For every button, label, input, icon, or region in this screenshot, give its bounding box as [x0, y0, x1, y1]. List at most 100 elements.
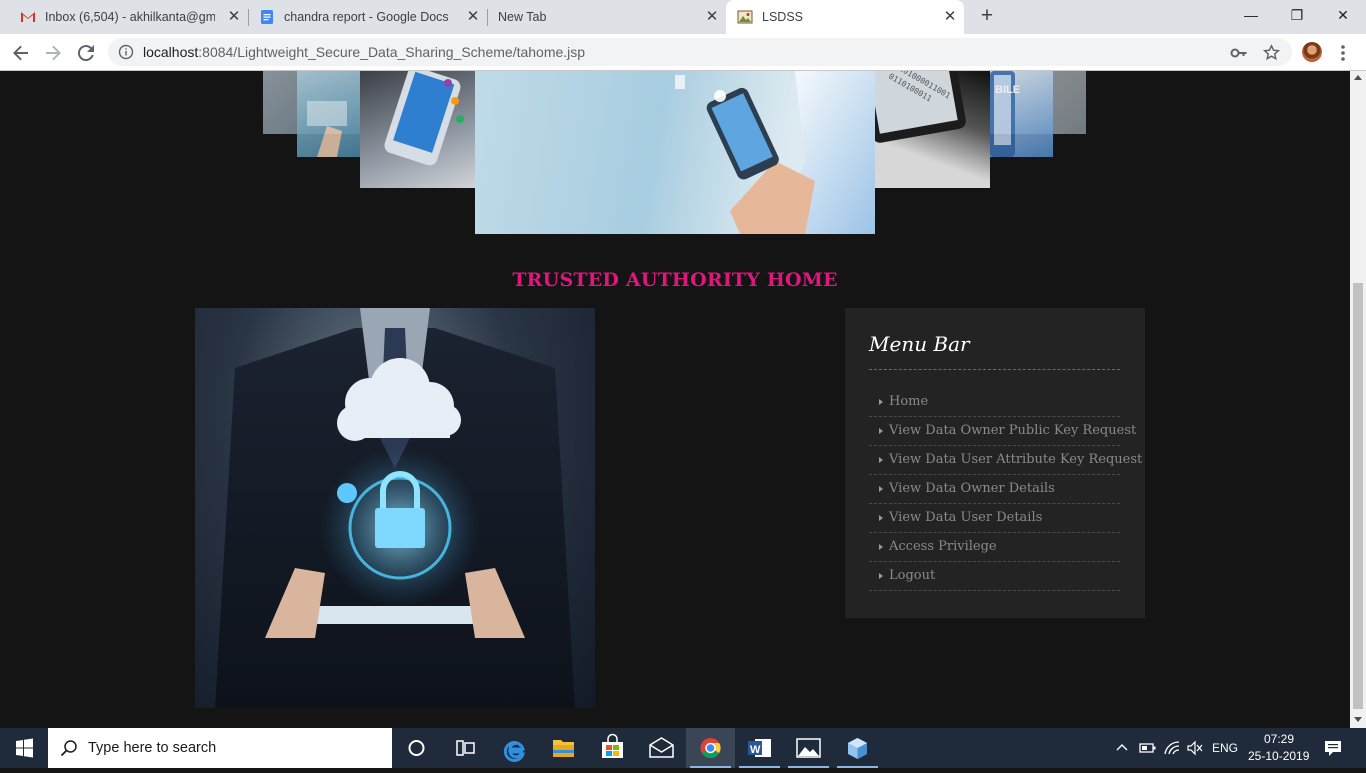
- menu-dots-icon[interactable]: [1337, 42, 1349, 64]
- wifi-icon[interactable]: [1163, 740, 1181, 756]
- menu-item-label: View Data User Attribute Key Request: [889, 452, 1143, 467]
- word-taskbar-button[interactable]: W: [735, 728, 784, 768]
- clock-date[interactable]: 25-10-2019: [1248, 749, 1309, 763]
- svg-text:BILE: BILE: [995, 84, 1020, 96]
- menu-divider: [869, 369, 1120, 370]
- tab-lsdss[interactable]: LSDSS ✕: [726, 0, 964, 34]
- bullet-arrow-icon: [879, 486, 883, 492]
- chrome-taskbar-button[interactable]: [686, 728, 735, 768]
- store-icon[interactable]: [588, 728, 637, 768]
- edge-icon[interactable]: [490, 728, 539, 768]
- cortana-icon[interactable]: [392, 728, 441, 768]
- menu-item-home[interactable]: Home: [869, 388, 1120, 417]
- box-app-taskbar-button[interactable]: [833, 728, 882, 768]
- menu-list: Home View Data Owner Public Key Request …: [869, 388, 1142, 591]
- scroll-up-arrow-icon[interactable]: [1354, 75, 1362, 80]
- cloud-security-image: [195, 308, 595, 708]
- bullet-arrow-icon: [879, 399, 883, 405]
- input-language[interactable]: ENG: [1212, 741, 1238, 755]
- menu-item-owner-details[interactable]: View Data Owner Details: [869, 475, 1120, 504]
- menu-item-label: View Data User Details: [889, 510, 1043, 525]
- page-image-icon: [737, 10, 753, 24]
- taskbar-search-box[interactable]: Type here to search: [48, 728, 392, 768]
- close-tab-icon[interactable]: ✕: [704, 9, 720, 25]
- search-placeholder: Type here to search: [88, 740, 217, 756]
- menu-item-logout[interactable]: Logout: [869, 562, 1120, 591]
- page-title: TRUSTED AUTHORITY HOME: [512, 269, 838, 291]
- minimize-button[interactable]: —: [1228, 0, 1274, 30]
- google-docs-icon: [261, 10, 273, 24]
- menu-bar-panel: Menu Bar Home View Data Owner Public Key…: [845, 308, 1145, 618]
- menu-item-label: View Data Owner Details: [889, 481, 1055, 496]
- menu-heading: Menu Bar: [869, 332, 970, 356]
- url-host: localhost: [143, 44, 199, 60]
- notifications-icon[interactable]: [1323, 739, 1343, 757]
- menu-item-user-details[interactable]: View Data User Details: [869, 504, 1120, 533]
- reload-icon[interactable]: [74, 41, 98, 65]
- tab-title: chandra report - Google Docs: [284, 10, 449, 24]
- profile-avatar[interactable]: [1302, 42, 1322, 62]
- gmail-icon: [21, 12, 35, 22]
- box-app-icon: [848, 738, 867, 759]
- word-icon: W: [748, 739, 771, 757]
- close-window-button[interactable]: ✕: [1320, 0, 1366, 30]
- page-scrollbar[interactable]: [1350, 71, 1366, 728]
- address-bar[interactable]: localhost:8084/Lightweight_Secure_Data_S…: [108, 38, 1292, 66]
- tab-title: Inbox (6,504) - akhilkanta@gmail.com - G…: [45, 10, 215, 24]
- search-icon: [60, 740, 77, 757]
- close-tab-icon[interactable]: ✕: [226, 9, 242, 25]
- banner-slide[interactable]: [360, 71, 475, 188]
- new-tab-button[interactable]: +: [975, 5, 999, 28]
- chrome-icon: [700, 738, 721, 759]
- forward-arrow-icon[interactable]: [41, 41, 65, 65]
- menu-item-label: Home: [889, 394, 929, 409]
- browser-tab-strip: Inbox (6,504) - akhilkanta@gmail.com - G…: [0, 0, 1366, 34]
- close-tab-icon[interactable]: ✕: [942, 9, 958, 25]
- menu-item-label: View Data Owner Public Key Request: [889, 423, 1137, 438]
- star-icon[interactable]: [1262, 43, 1281, 62]
- smartphone-apps-image: [384, 71, 464, 166]
- tab-new-tab[interactable]: New Tab ✕: [488, 0, 726, 34]
- tab-title: LSDSS: [762, 10, 803, 24]
- banner-main-slide[interactable]: [475, 71, 875, 234]
- bullet-arrow-icon: [879, 573, 883, 579]
- close-tab-icon[interactable]: ✕: [465, 9, 481, 25]
- tab-title: New Tab: [498, 10, 547, 24]
- tablet-binary-image: 101000011001 0110100011: [875, 71, 966, 143]
- url-path: :8084/Lightweight_Secure_Data_Sharing_Sc…: [198, 44, 586, 60]
- svg-text:W: W: [750, 744, 761, 756]
- windows-start-icon[interactable]: [0, 728, 48, 768]
- battery-icon[interactable]: [1139, 741, 1157, 755]
- tab-google-docs[interactable]: chandra report - Google Docs ✕: [249, 0, 487, 34]
- banner-slide[interactable]: 101000011001 0110100011: [875, 71, 990, 188]
- menu-item-user-attribute-key-request[interactable]: View Data User Attribute Key Request: [869, 446, 1142, 475]
- photos-taskbar-button[interactable]: [784, 728, 833, 768]
- menu-item-owner-public-key-request[interactable]: View Data Owner Public Key Request: [869, 417, 1136, 446]
- restore-button[interactable]: ❐: [1274, 0, 1320, 30]
- bullet-arrow-icon: [879, 457, 883, 463]
- task-view-icon[interactable]: [441, 728, 490, 768]
- photos-icon: [796, 738, 821, 758]
- key-icon[interactable]: [1230, 44, 1248, 62]
- page-viewport: BILE 101000011001 0110100011 TRUSTED AUT…: [0, 71, 1350, 728]
- speaker-muted-icon[interactable]: [1186, 740, 1204, 756]
- menu-item-label: Logout: [889, 568, 936, 583]
- tab-gmail[interactable]: Inbox (6,504) - akhilkanta@gmail.com - G…: [10, 0, 248, 34]
- menu-item-access-privilege[interactable]: Access Privilege: [869, 533, 1120, 562]
- menu-item-label: Access Privilege: [889, 539, 997, 554]
- scroll-down-arrow-icon[interactable]: [1354, 717, 1362, 722]
- hand-holding-phone-image: [675, 71, 875, 234]
- bullet-arrow-icon: [879, 544, 883, 550]
- scrollbar-thumb[interactable]: [1353, 283, 1363, 709]
- clock-time[interactable]: 07:29: [1264, 732, 1294, 746]
- back-arrow-icon[interactable]: [9, 41, 33, 65]
- mail-icon[interactable]: [637, 728, 686, 768]
- bullet-arrow-icon: [879, 515, 883, 521]
- file-explorer-icon[interactable]: [539, 728, 588, 768]
- chevron-up-icon[interactable]: [1116, 742, 1128, 752]
- bullet-arrow-icon: [879, 428, 883, 434]
- url-text: localhost:8084/Lightweight_Secure_Data_S…: [143, 44, 585, 60]
- windows-taskbar: Type here to search W ENG 07:29 25-10-20…: [0, 728, 1366, 768]
- browser-toolbar: localhost:8084/Lightweight_Secure_Data_S…: [0, 34, 1366, 71]
- info-icon[interactable]: [118, 44, 134, 60]
